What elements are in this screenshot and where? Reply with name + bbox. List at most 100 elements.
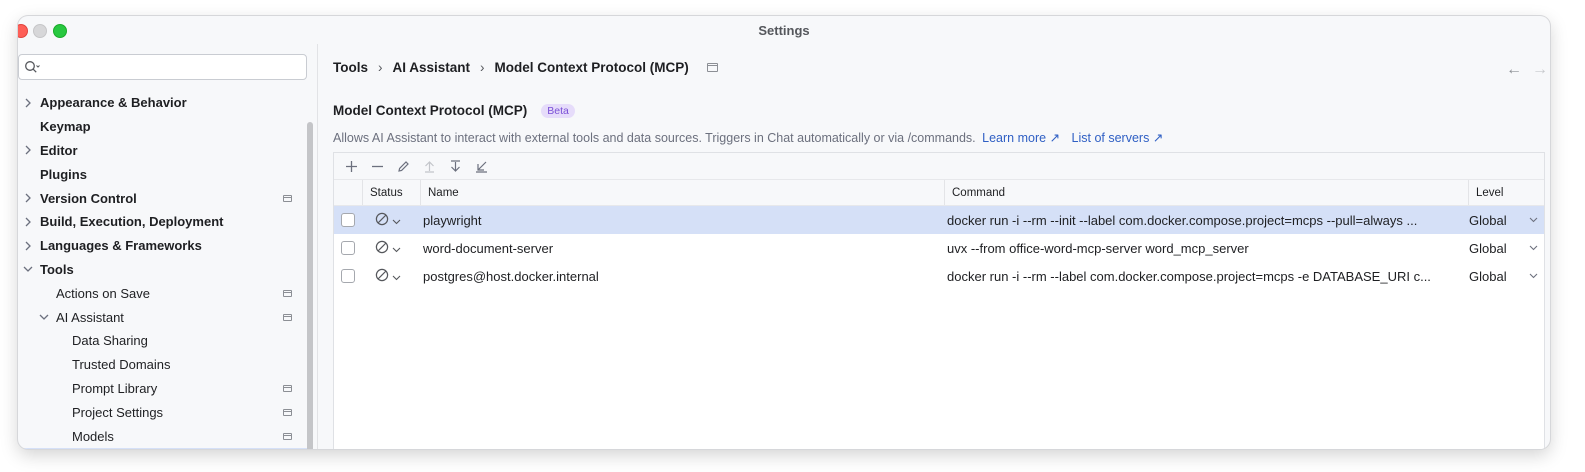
breadcrumb-separator: › xyxy=(480,60,485,75)
section-description: Allows AI Assistant to interact with ext… xyxy=(333,130,1163,145)
tree-item-label: Editor xyxy=(40,142,78,158)
chevron-down-icon[interactable] xyxy=(22,263,34,275)
chevron-down-icon[interactable] xyxy=(38,311,50,323)
project-scope-icon xyxy=(283,384,292,392)
status-cell[interactable] xyxy=(375,234,401,262)
add-icon[interactable] xyxy=(340,155,362,177)
status-cell[interactable] xyxy=(375,206,401,234)
enable-checkbox-cell[interactable] xyxy=(341,262,355,290)
tree-item-editor[interactable]: Editor xyxy=(18,139,308,163)
server-level[interactable]: Global xyxy=(1469,206,1529,234)
server-command: docker run -i --rm --label com.docker.co… xyxy=(947,268,1431,284)
settings-sidebar: Appearance & Behavior Keymap Editor Plug… xyxy=(18,44,318,449)
tree-item-appearance-behavior[interactable]: Appearance & Behavior xyxy=(18,91,308,115)
close-window-button[interactable] xyxy=(18,24,28,38)
enable-checkbox[interactable] xyxy=(341,269,355,283)
column-header-name[interactable]: Name xyxy=(420,180,944,205)
tree-item-selected-partial[interactable] xyxy=(18,447,308,449)
search-icon[interactable] xyxy=(24,60,40,74)
tree-item-build-execution-deployment[interactable]: Build, Execution, Deployment xyxy=(18,210,308,234)
enable-checkbox[interactable] xyxy=(341,241,355,255)
table-row[interactable]: playwright docker run -i --rm --init --l… xyxy=(334,206,1544,234)
tree-item-label: Languages & Frameworks xyxy=(40,238,202,254)
tree-item-label: Version Control xyxy=(40,190,137,206)
tree-item-version-control[interactable]: Version Control xyxy=(18,186,308,210)
chevron-down-icon[interactable] xyxy=(1529,262,1538,290)
move-up-icon[interactable] xyxy=(418,155,440,177)
sidebar-scrollbar[interactable] xyxy=(307,122,313,449)
list-of-servers-link[interactable]: List of servers ↗ xyxy=(1072,131,1164,145)
back-arrow-icon[interactable]: ← xyxy=(1506,61,1522,79)
settings-content: Tools › AI Assistant › Model Context Pro… xyxy=(318,44,1550,449)
tree-item-models[interactable]: Models xyxy=(18,424,308,448)
enable-checkbox-cell[interactable] xyxy=(341,234,355,262)
tree-item-keymap[interactable]: Keymap xyxy=(18,115,308,139)
import-icon[interactable] xyxy=(470,155,492,177)
tree-item-label: Models xyxy=(72,428,114,444)
tree-item-plugins[interactable]: Plugins xyxy=(18,162,308,186)
project-scope-icon xyxy=(283,289,292,297)
settings-tree: Appearance & Behavior Keymap Editor Plug… xyxy=(18,91,308,449)
project-scope-icon xyxy=(706,63,718,72)
beta-badge: Beta xyxy=(541,103,575,118)
tree-item-label: Actions on Save xyxy=(56,285,150,301)
chevron-right-icon[interactable] xyxy=(22,192,34,204)
chevron-right-icon[interactable] xyxy=(22,240,34,252)
server-level[interactable]: Global xyxy=(1469,262,1529,290)
enable-checkbox-cell[interactable] xyxy=(341,206,355,234)
mcp-servers-panel: Status Name Command Level playwright doc… xyxy=(333,152,1545,449)
chevron-right-icon[interactable] xyxy=(22,216,34,228)
tree-item-trusted-domains[interactable]: Trusted Domains xyxy=(18,353,308,377)
tree-item-label: Data Sharing xyxy=(72,333,148,349)
minimize-window-button[interactable] xyxy=(33,24,47,38)
chevron-down-icon[interactable] xyxy=(392,241,401,256)
column-header-command[interactable]: Command xyxy=(944,180,1468,205)
learn-more-link[interactable]: Learn more ↗ xyxy=(982,131,1060,145)
breadcrumb-item-tools[interactable]: Tools xyxy=(333,60,368,75)
tree-item-tools[interactable]: Tools xyxy=(18,258,308,282)
tree-item-label: Build, Execution, Deployment xyxy=(40,214,224,230)
tree-item-label: Project Settings xyxy=(72,404,164,420)
chevron-down-icon[interactable] xyxy=(392,213,401,228)
breadcrumb-separator: › xyxy=(378,60,383,75)
tree-item-label: AI Assistant xyxy=(56,309,124,325)
navigation-arrows: ← → xyxy=(1506,61,1548,79)
chevron-down-icon[interactable] xyxy=(392,269,401,284)
tree-item-label: Trusted Domains xyxy=(72,357,171,373)
chevron-right-icon[interactable] xyxy=(22,144,34,156)
forward-arrow-icon[interactable]: → xyxy=(1532,61,1548,79)
move-down-icon[interactable] xyxy=(444,155,466,177)
tree-item-project-settings[interactable]: Project Settings xyxy=(18,400,308,424)
tree-item-actions-on-save[interactable]: Actions on Save xyxy=(18,281,308,305)
column-header-level[interactable]: Level xyxy=(1468,180,1544,205)
enable-checkbox[interactable] xyxy=(341,213,355,227)
section-title-text: Model Context Protocol (MCP) xyxy=(333,103,528,118)
tree-item-prompt-library[interactable]: Prompt Library xyxy=(18,377,308,401)
tree-item-label: Plugins xyxy=(40,166,87,182)
search-field[interactable] xyxy=(18,54,307,80)
tree-item-ai-assistant[interactable]: AI Assistant xyxy=(18,305,308,329)
status-cell[interactable] xyxy=(375,262,401,290)
chevron-down-icon[interactable] xyxy=(1529,234,1538,262)
column-header-status[interactable]: Status xyxy=(362,180,420,205)
server-name: postgres@host.docker.internal xyxy=(423,268,599,284)
section-title: Model Context Protocol (MCP) Beta xyxy=(333,103,575,118)
table-row[interactable]: word-document-server uvx --from office-w… xyxy=(334,234,1544,262)
server-level[interactable]: Global xyxy=(1469,234,1529,262)
breadcrumb: Tools › AI Assistant › Model Context Pro… xyxy=(333,60,718,75)
chevron-down-icon[interactable] xyxy=(1529,206,1538,234)
settings-window: Settings Appearance & Behavior Keymap Ed… xyxy=(18,16,1550,449)
tree-item-label: Appearance & Behavior xyxy=(40,95,187,111)
server-name: word-document-server xyxy=(423,240,554,256)
tree-item-data-sharing[interactable]: Data Sharing xyxy=(18,329,308,353)
chevron-right-icon[interactable] xyxy=(22,97,34,109)
zoom-window-button[interactable] xyxy=(53,24,67,38)
edit-icon[interactable] xyxy=(392,155,414,177)
search-input[interactable] xyxy=(40,58,306,76)
table-row[interactable]: postgres@host.docker.internal docker run… xyxy=(334,262,1544,290)
remove-icon[interactable] xyxy=(366,155,388,177)
breadcrumb-item-ai-assistant[interactable]: AI Assistant xyxy=(393,60,471,75)
project-scope-icon xyxy=(283,194,292,202)
breadcrumb-item-mcp: Model Context Protocol (MCP) xyxy=(494,60,689,75)
tree-item-languages-frameworks[interactable]: Languages & Frameworks xyxy=(18,234,308,258)
